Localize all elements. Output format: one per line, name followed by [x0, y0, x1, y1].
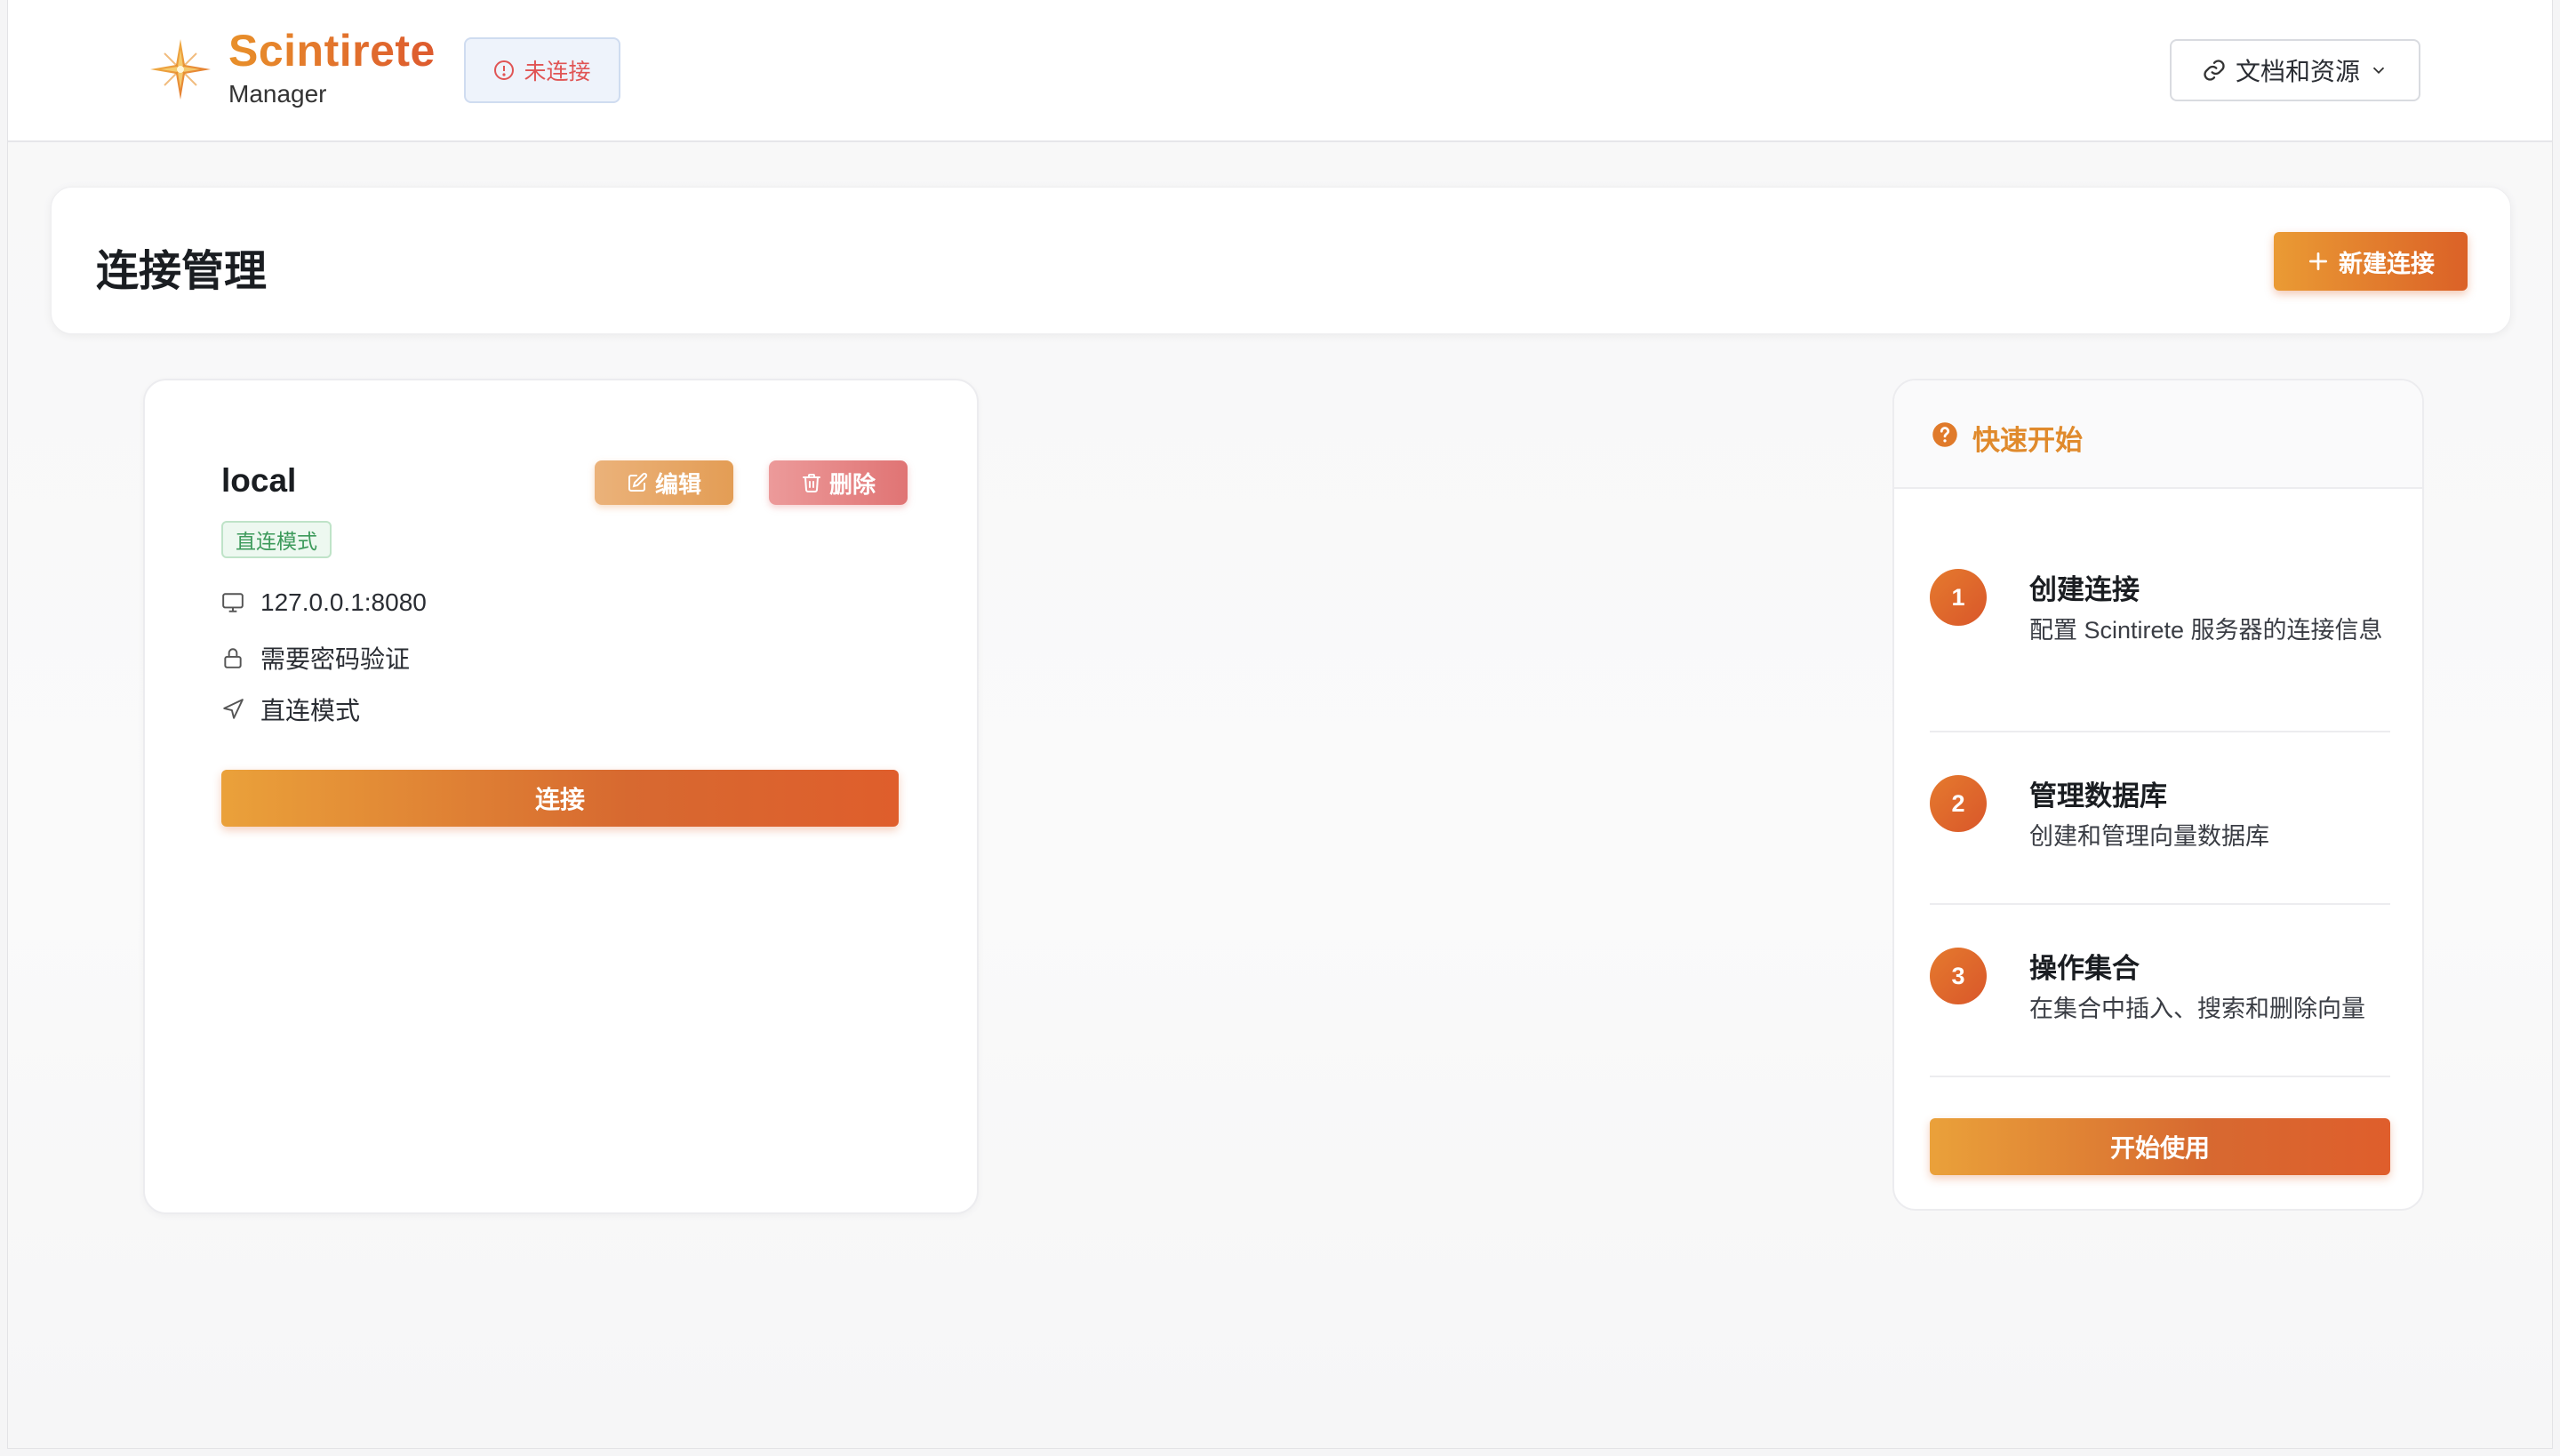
page-title: 连接管理	[96, 248, 268, 295]
edit-icon	[628, 472, 648, 492]
step-divider	[1930, 731, 2390, 732]
top-header: Scintirete Manager 未连接 文档和资源	[8, 0, 2552, 142]
edit-button[interactable]: 编辑	[595, 460, 733, 505]
step-title: 操作集合	[2029, 953, 2140, 984]
step-description: 在集合中插入、搜索和删除向量	[2029, 996, 2365, 1022]
chevron-down-icon	[2372, 67, 2385, 75]
mode-value: 直连模式	[260, 697, 361, 724]
new-connection-button[interactable]: 新建连接	[2274, 232, 2468, 291]
step-number: 1	[1930, 569, 1987, 626]
step-divider	[1930, 903, 2390, 905]
monitor-icon	[222, 593, 244, 612]
address-row: 127.0.0.1:8080	[221, 588, 427, 617]
connection-status-badge: 未连接	[464, 37, 620, 103]
brand-subtitle: Manager	[228, 80, 327, 108]
step-description: 配置 Scintirete 服务器的连接信息	[2029, 617, 2383, 644]
docs-label: 文档和资源	[2235, 58, 2360, 85]
connect-button[interactable]: 连接	[221, 770, 899, 827]
app-window: Scintirete Manager 未连接 文档和资源 连接管理 新建连接 l…	[7, 0, 2553, 1449]
quick-start-header: 快速开始	[1894, 380, 2422, 489]
docs-resources-dropdown[interactable]: 文档和资源	[2170, 39, 2420, 101]
status-label: 未连接	[524, 60, 591, 84]
auth-row: 需要密码验证	[221, 640, 410, 676]
edit-label: 编辑	[654, 470, 701, 498]
quick-start-title: 快速开始	[1972, 425, 2083, 456]
plus-icon	[2308, 252, 2328, 271]
mode-row: 直连模式	[221, 692, 360, 727]
connection-mode-tag: 直连模式	[221, 521, 332, 558]
navigation-icon	[223, 699, 244, 719]
connection-name: local	[221, 462, 297, 499]
alert-circle-icon	[494, 60, 515, 80]
step-title: 创建连接	[2029, 574, 2140, 605]
link-icon	[2204, 60, 2225, 81]
get-started-button[interactable]: 开始使用	[1930, 1118, 2390, 1175]
address-value: 127.0.0.1:8080	[260, 588, 427, 616]
brand-name: Scintirete	[228, 26, 436, 76]
page-title-bar: 连接管理 新建连接	[51, 187, 2511, 334]
delete-button[interactable]: 删除	[769, 460, 908, 505]
lock-icon	[224, 648, 242, 668]
connection-card: local 编辑 删除 直连模式 127.0.0.1:8080 需要密码验证 直…	[143, 379, 979, 1214]
quick-start-card: 快速开始 1 创建连接 配置 Scintirete 服务器的连接信息 2 管理数…	[1892, 379, 2424, 1211]
step-number: 3	[1930, 948, 1987, 1004]
step-divider	[1930, 1076, 2390, 1077]
trash-icon	[802, 474, 820, 492]
help-circle-icon	[1932, 422, 1957, 447]
auth-value: 需要密码验证	[260, 645, 411, 673]
delete-label: 删除	[828, 470, 876, 498]
step-number: 2	[1930, 775, 1987, 832]
step-description: 创建和管理向量数据库	[2029, 823, 2269, 850]
sparkle-logo-icon	[150, 39, 211, 100]
new-connection-label: 新建连接	[2339, 250, 2435, 277]
step-title: 管理数据库	[2029, 780, 2167, 812]
